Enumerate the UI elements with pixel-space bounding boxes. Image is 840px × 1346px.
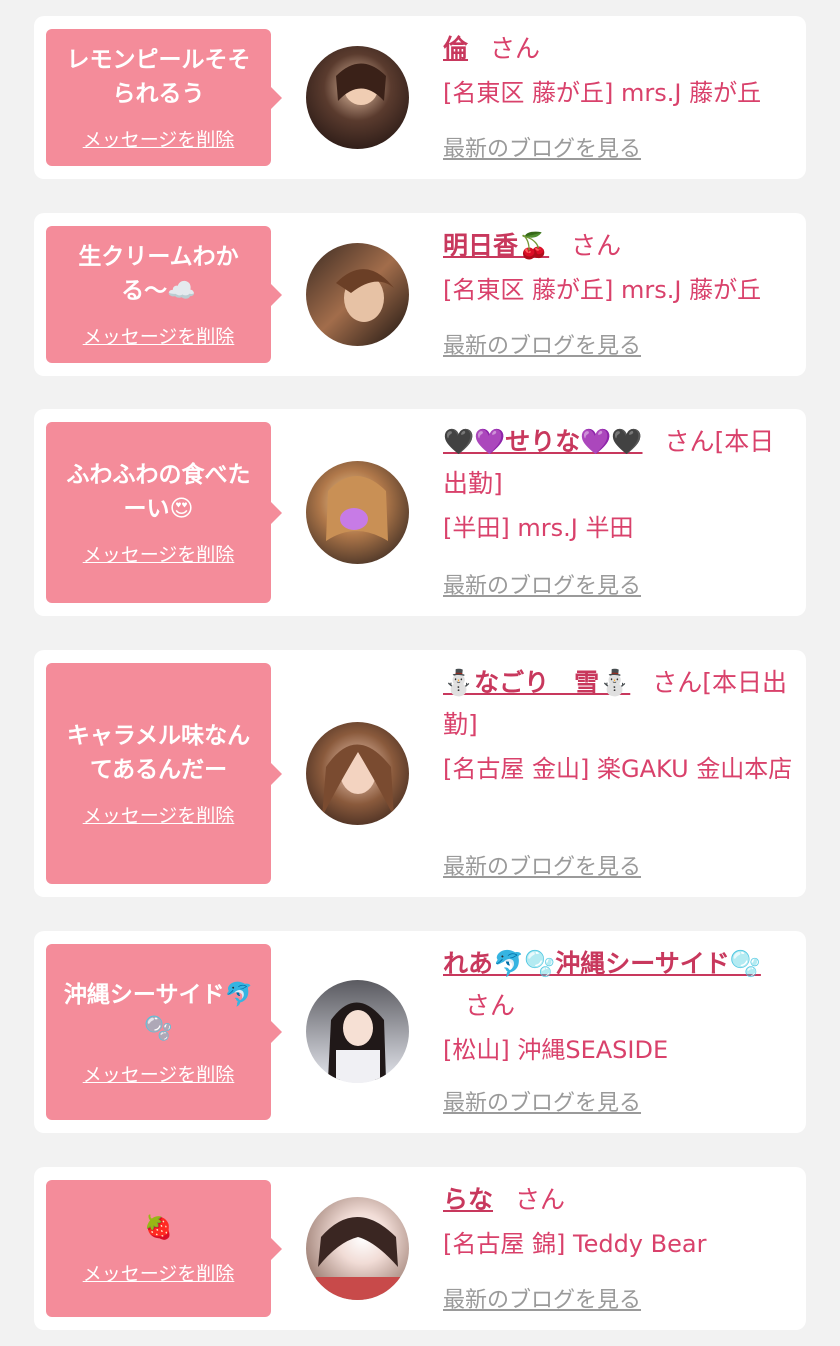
latest-blog-link[interactable]: 最新のブログを見る — [443, 568, 641, 600]
message-card: キャラメル味なんてあるんだー メッセージを削除 ⛄なごり 雪⛄ さん[本日出勤] … — [34, 650, 806, 897]
latest-blog-link[interactable]: 最新のブログを見る — [443, 131, 641, 163]
profile-name-link[interactable]: れあ🐬🫧沖縄シーサイド🫧 — [443, 949, 761, 978]
message-text: キャラメル味なんてあるんだー — [66, 723, 251, 783]
message-bubble: レモンピールそそられるう メッセージを削除 — [46, 29, 282, 166]
message-card: レモンピールそそられるう メッセージを削除 倫さん [名東区 藤が丘] mrs.… — [34, 16, 806, 179]
message-card: 沖縄シーサイド🐬🫧 メッセージを削除 れあ🐬🫧沖縄シーサイド🫧 さん [松山] 沖… — [34, 931, 806, 1133]
avatar[interactable] — [306, 243, 409, 346]
avatar[interactable] — [306, 1197, 409, 1300]
latest-blog-link[interactable]: 最新のブログを見る — [443, 1085, 641, 1117]
latest-blog-link[interactable]: 最新のブログを見る — [443, 849, 641, 881]
name-suffix: さん — [515, 1185, 566, 1214]
delete-message-link[interactable]: メッセージを削除 — [83, 322, 235, 349]
avatar[interactable] — [306, 46, 409, 149]
message-bubble: キャラメル味なんてあるんだー メッセージを削除 — [46, 663, 282, 884]
latest-blog-link[interactable]: 最新のブログを見る — [443, 1282, 641, 1314]
name-suffix: さん — [490, 34, 541, 63]
message-card: 🍓 メッセージを削除 らな さん [名古屋 錦] Teddy Bear 最新のブロ… — [34, 1167, 806, 1330]
profile-info: れあ🐬🫧沖縄シーサイド🫧 さん [松山] 沖縄SEASIDE 最新のブログを見る — [443, 943, 793, 1122]
shop-label: [名東区 藤が丘] mrs.J 藤が丘 — [443, 79, 762, 107]
message-text: レモンピールそそられるう — [66, 47, 251, 107]
shop-label: [名古屋 錦] Teddy Bear — [443, 1230, 707, 1258]
message-text: 生クリームわかる〜☁️ — [78, 244, 239, 304]
profile-info: 倫さん [名東区 藤が丘] mrs.J 藤が丘 最新のブログを見る — [443, 28, 793, 168]
name-suffix: さん — [571, 231, 622, 260]
delete-message-link[interactable]: メッセージを削除 — [83, 1060, 235, 1087]
message-text: ふわふわの食べたーい😍 — [66, 462, 251, 522]
shop-label: [名東区 藤が丘] mrs.J 藤が丘 — [443, 276, 762, 304]
message-bubble: 🍓 メッセージを削除 — [46, 1180, 282, 1317]
message-bubble: 生クリームわかる〜☁️ メッセージを削除 — [46, 226, 282, 363]
profile-name-link[interactable]: 明日香🍒 — [443, 231, 549, 260]
avatar[interactable] — [306, 722, 409, 825]
avatar[interactable] — [306, 980, 409, 1083]
message-text: 沖縄シーサイド🐬🫧 — [63, 981, 254, 1042]
shop-label: [半田] mrs.J 半田 — [443, 514, 634, 542]
delete-message-link[interactable]: メッセージを削除 — [83, 125, 235, 152]
delete-message-link[interactable]: メッセージを削除 — [83, 1259, 235, 1286]
delete-message-link[interactable]: メッセージを削除 — [83, 801, 235, 828]
shop-label: [松山] 沖縄SEASIDE — [443, 1036, 669, 1064]
message-bubble: ふわふわの食べたーい😍 メッセージを削除 — [46, 422, 282, 603]
profile-name-link[interactable]: らな — [443, 1185, 493, 1214]
avatar[interactable] — [306, 461, 409, 564]
profile-info: ⛄なごり 雪⛄ さん[本日出勤] [名古屋 金山] 楽GAKU 金山本店 最新のブ… — [443, 662, 793, 886]
message-bubble: 沖縄シーサイド🐬🫧 メッセージを削除 — [46, 944, 282, 1120]
message-card: 生クリームわかる〜☁️ メッセージを削除 明日香🍒 さん [名東区 藤が丘] mr… — [34, 213, 806, 376]
profile-name-link[interactable]: 🖤💜せりな💜🖤 — [443, 427, 643, 456]
message-text: 🍓 — [144, 1215, 173, 1241]
profile-info: 🖤💜せりな💜🖤 さん[本日出勤] [半田] mrs.J 半田 最新のブログを見る — [443, 421, 793, 605]
name-suffix: さん — [465, 991, 516, 1020]
profile-name-link[interactable]: 倫 — [443, 34, 468, 63]
delete-message-link[interactable]: メッセージを削除 — [83, 540, 235, 567]
message-card: ふわふわの食べたーい😍 メッセージを削除 🖤💜せりな💜🖤 さん[本日出勤] [半田… — [34, 409, 806, 616]
message-list: レモンピールそそられるう メッセージを削除 倫さん [名東区 藤が丘] mrs.… — [0, 0, 840, 1346]
latest-blog-link[interactable]: 最新のブログを見る — [443, 328, 641, 360]
shop-label: [名古屋 金山] 楽GAKU 金山本店 — [443, 755, 793, 783]
profile-info: 明日香🍒 さん [名東区 藤が丘] mrs.J 藤が丘 最新のブログを見る — [443, 225, 793, 365]
profile-info: らな さん [名古屋 錦] Teddy Bear 最新のブログを見る — [443, 1179, 793, 1319]
profile-name-link[interactable]: ⛄なごり 雪⛄ — [443, 668, 630, 697]
